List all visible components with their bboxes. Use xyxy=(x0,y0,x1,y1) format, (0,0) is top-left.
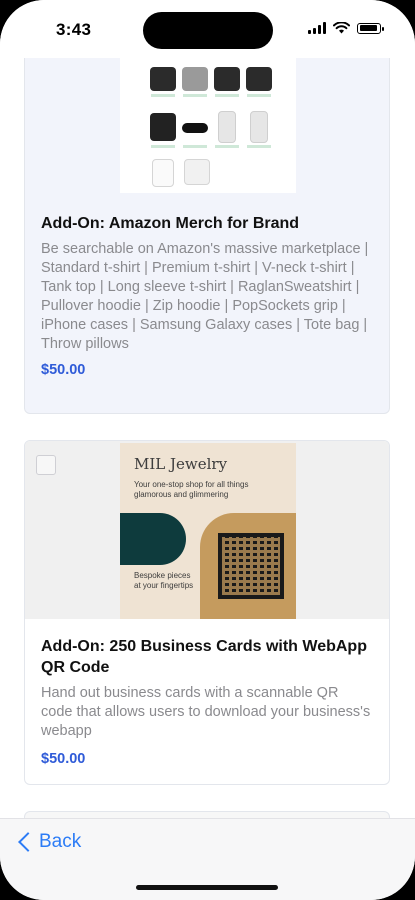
select-checkbox[interactable] xyxy=(36,455,56,475)
battery-icon xyxy=(357,22,384,34)
dynamic-island xyxy=(143,12,273,49)
status-icons xyxy=(308,22,384,34)
qr-code-icon xyxy=(218,533,284,599)
wifi-icon xyxy=(333,22,350,34)
chevron-left-icon xyxy=(18,832,38,852)
merch-collage-image xyxy=(120,41,296,193)
product-image-area xyxy=(25,41,389,194)
cellular-signal-icon xyxy=(308,22,326,34)
product-card-business-cards[interactable]: MIL Jewelry Your one-stop shop for all t… xyxy=(24,440,390,785)
bottom-toolbar: Back xyxy=(0,818,415,900)
back-label: Back xyxy=(39,831,82,852)
jewel-tagline-text: Your one-stop shop for all things glamor… xyxy=(134,480,249,499)
product-card-amazon-merch[interactable]: Add-On: Amazon Merch for Brand Be search… xyxy=(24,40,390,414)
app-screen: Add-On: Amazon Merch for Brand Be search… xyxy=(0,0,415,900)
product-title: Add-On: 250 Business Cards with WebApp Q… xyxy=(41,638,367,676)
product-price: $50.00 xyxy=(41,362,86,378)
green-shape xyxy=(120,513,186,565)
product-title: Add-On: Amazon Merch for Brand xyxy=(41,215,300,232)
product-image-area: MIL Jewelry Your one-stop shop for all t… xyxy=(25,441,389,619)
product-price: $50.00 xyxy=(41,751,86,767)
jewel-brand-text: MIL Jewelry xyxy=(134,455,228,473)
status-bar: 3:43 xyxy=(0,0,415,58)
back-button[interactable]: Back xyxy=(17,831,81,853)
product-description: Hand out business cards with a scannable… xyxy=(41,685,371,739)
home-indicator xyxy=(136,885,278,890)
status-time: 3:43 xyxy=(56,20,92,39)
jewel-bespoke-text: Bespoke pieces at your fingertips xyxy=(134,571,194,590)
product-list[interactable]: Add-On: Amazon Merch for Brand Be search… xyxy=(0,0,415,900)
product-description: Be searchable on Amazon's massive market… xyxy=(41,241,369,352)
business-card-image: MIL Jewelry Your one-stop shop for all t… xyxy=(120,443,296,619)
